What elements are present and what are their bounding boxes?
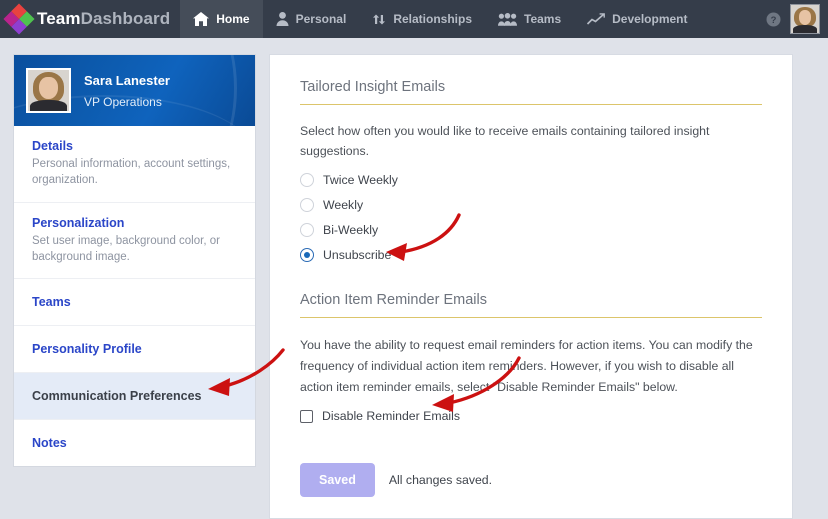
- sidebar-item-personalization-title: Personalization: [32, 215, 125, 230]
- sidebar-item-details[interactable]: Details Personal information, account se…: [14, 126, 255, 203]
- top-navigation-bar: TeamDashboard Home Personal Relationship…: [0, 0, 828, 38]
- profile-name: Sara Lanester: [84, 72, 170, 88]
- save-status-text: All changes saved.: [388, 473, 493, 488]
- sidebar-item-details-title: Details: [32, 139, 73, 153]
- section-1-description: Select how often you would like to recei…: [300, 124, 710, 158]
- radio-option-bi-weekly[interactable]: Bi-Weekly: [300, 222, 762, 237]
- profile-photo[interactable]: [26, 68, 71, 113]
- nav-item-development-label: Development: [612, 12, 688, 26]
- radio-weekly-label: Weekly: [323, 197, 364, 212]
- checkbox-option-disable-reminder-emails[interactable]: Disable Reminder Emails: [300, 409, 762, 423]
- sidebar-item-notes[interactable]: Notes: [14, 420, 255, 466]
- avatar-image: [791, 5, 819, 33]
- radio-unsubscribe-label: Unsubscribe: [323, 247, 392, 262]
- radio-weekly[interactable]: [300, 197, 314, 212]
- section-divider-2: [300, 316, 762, 318]
- sidebar-item-personality-profile[interactable]: Personality Profile: [14, 326, 255, 374]
- nav-item-personal[interactable]: Personal: [263, 0, 360, 38]
- main-content-panel: Tailored Insight Emails Select how often…: [269, 54, 793, 519]
- brand-title-light: Dashboard: [80, 9, 171, 28]
- radio-twice-weekly[interactable]: [300, 172, 314, 187]
- sidebar-item-communication-preferences[interactable]: Communication Preferences: [14, 373, 255, 421]
- nav-item-relationships-label: Relationships: [393, 12, 472, 26]
- help-circle-icon[interactable]: ?: [756, 0, 790, 38]
- section-divider-1: [300, 104, 762, 105]
- nav-item-development[interactable]: Development: [574, 0, 700, 38]
- sidebar-profile-header: Sara Lanester VP Operations: [14, 55, 255, 126]
- sidebar-item-communication-preferences-title: Communication Preferences: [32, 389, 202, 404]
- profile-photo-image: [28, 70, 69, 111]
- checkbox-disable-reminder-emails[interactable]: [300, 409, 313, 423]
- radio-option-unsubscribe[interactable]: Unsubscribe: [300, 247, 762, 262]
- sidebar-item-personality-profile-title: Personality Profile: [32, 342, 142, 357]
- group-icon: [498, 12, 517, 26]
- sidebar-item-personalization[interactable]: Personalization Set user image, backgrou…: [14, 203, 255, 280]
- profile-sidebar: Sara Lanester VP Operations Details Pers…: [13, 54, 256, 468]
- svg-text:?: ?: [770, 15, 776, 26]
- exchange-arrows-icon: [372, 12, 386, 27]
- nav-item-home-label: Home: [216, 12, 250, 26]
- nav-item-relationships[interactable]: Relationships: [359, 0, 485, 38]
- sidebar-item-notes-title: Notes: [32, 436, 67, 451]
- radio-unsubscribe[interactable]: [300, 247, 314, 262]
- section-action-item-reminder-emails: Action Item Reminder Emails You have the…: [300, 292, 762, 423]
- teamdashboard-logo-icon: [3, 3, 35, 35]
- sidebar-item-personalization-desc: Set user image, background color, or bac…: [32, 234, 220, 263]
- line-chart-icon: [587, 13, 606, 25]
- checkbox-disable-reminder-emails-label: Disable Reminder Emails: [322, 409, 461, 424]
- radio-bi-weekly-label: Bi-Weekly: [323, 222, 379, 237]
- brand-logo[interactable]: TeamDashboard: [0, 0, 180, 38]
- nav-item-teams-label: Teams: [524, 12, 562, 26]
- sidebar-item-teams[interactable]: Teams: [14, 279, 255, 327]
- radio-option-twice-weekly[interactable]: Twice Weekly: [300, 172, 762, 187]
- nav-item-teams[interactable]: Teams: [485, 0, 574, 38]
- brand-title: TeamDashboard: [37, 9, 170, 29]
- brand-title-bold: Team: [37, 9, 81, 28]
- nav-item-home[interactable]: Home: [180, 0, 263, 38]
- section-title-action-item-reminder-emails: Action Item Reminder Emails: [300, 291, 487, 308]
- radio-option-weekly[interactable]: Weekly: [300, 197, 762, 212]
- sidebar-item-teams-title: Teams: [32, 295, 71, 310]
- person-icon: [276, 12, 289, 26]
- sidebar-item-details-desc: Personal information, account settings, …: [32, 158, 231, 187]
- save-row: Saved All changes saved.: [300, 463, 762, 498]
- radio-twice-weekly-label: Twice Weekly: [323, 172, 398, 187]
- nav-item-personal-label: Personal: [295, 12, 347, 26]
- page-body: Sara Lanester VP Operations Details Pers…: [0, 38, 828, 519]
- home-icon: [193, 12, 210, 26]
- save-button[interactable]: Saved: [300, 463, 375, 498]
- user-avatar[interactable]: [790, 4, 820, 34]
- section-title-tailored-insight-emails: Tailored Insight Emails: [300, 79, 446, 95]
- profile-role: VP Operations: [84, 94, 162, 109]
- radio-bi-weekly[interactable]: [300, 222, 314, 237]
- profile-meta: Sara Lanester VP Operations: [84, 73, 170, 109]
- section-2-paragraph: You have the ability to request email re…: [300, 337, 753, 395]
